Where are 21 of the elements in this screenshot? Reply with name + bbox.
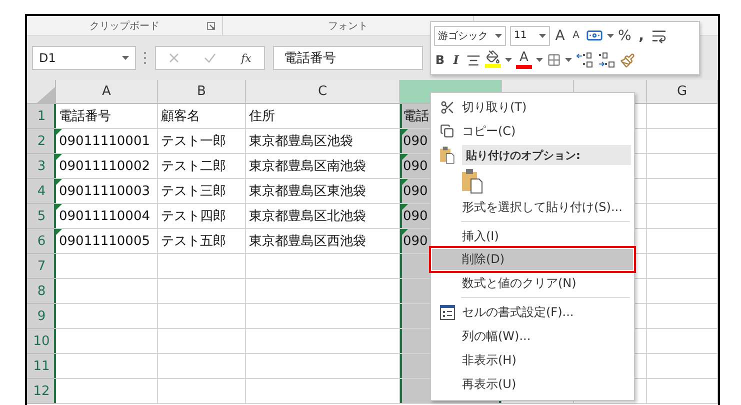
table-cell: 09011110002 bbox=[56, 154, 158, 179]
table-cell: 東京都豊島区池袋 bbox=[246, 129, 400, 154]
table-cell: 東京都豊島区北池袋 bbox=[246, 204, 400, 229]
table-cell: テスト二郎 bbox=[158, 154, 246, 179]
ribbon-group-label: フォント bbox=[328, 20, 368, 32]
table-cell: テスト五郎 bbox=[158, 229, 246, 254]
table-cell: 住所 bbox=[246, 104, 400, 129]
table-cell: 09011110001 bbox=[56, 129, 158, 154]
table-cell: テスト一郎 bbox=[158, 129, 246, 154]
table-cell: 電話番号 bbox=[56, 104, 158, 129]
table-cell: 東京都豊島区東池袋 bbox=[246, 179, 400, 204]
table-cell: 09011110003 bbox=[56, 179, 158, 204]
table-cell: 東京都豊島区南池袋 bbox=[246, 154, 400, 179]
table-cell: 09011110005 bbox=[56, 229, 158, 254]
table-cell: テスト四郎 bbox=[158, 204, 246, 229]
ribbon-group-label: クリップボード bbox=[90, 20, 160, 32]
menu-heading: 貼り付けのオプション: bbox=[462, 145, 631, 165]
table-cell: 東京都豊島区西池袋 bbox=[246, 229, 400, 254]
table-cell: テスト三郎 bbox=[158, 179, 246, 204]
table-cell: 09011110004 bbox=[56, 204, 158, 229]
table-cell: 顧客名 bbox=[158, 104, 246, 129]
